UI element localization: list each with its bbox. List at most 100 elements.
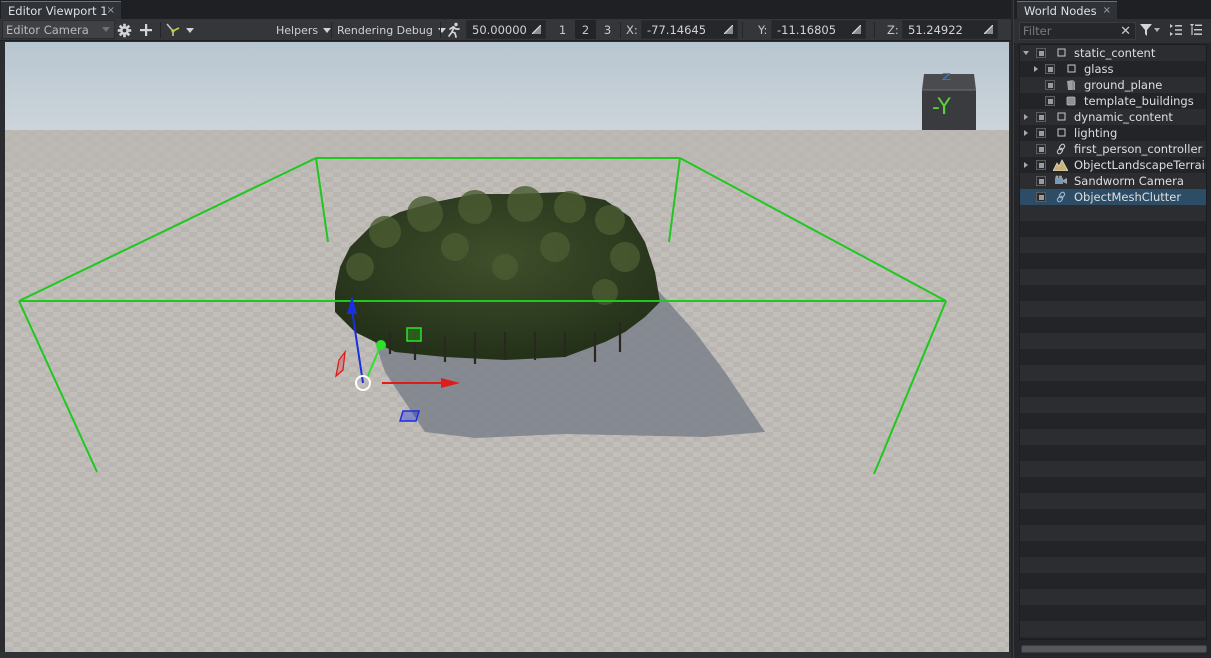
tree-row-static-content[interactable]: static_content [1020, 45, 1206, 61]
visibility-checkbox[interactable] [1036, 128, 1046, 138]
x-position-field[interactable]: -77.14645 [641, 20, 738, 39]
gizmo-xz-plane[interactable] [398, 410, 421, 422]
tree-row-object-landscape-terrain[interactable]: ObjectLandscapeTerrain [1020, 157, 1206, 173]
visibility-checkbox[interactable] [1045, 80, 1055, 90]
gizmo-xy-plane[interactable] [406, 327, 422, 342]
empty-row [1020, 269, 1206, 285]
visibility-checkbox[interactable] [1036, 144, 1046, 154]
expand-arrow-icon[interactable] [1024, 114, 1028, 120]
world-nodes-toolbar: Filter ✕ [1014, 19, 1211, 43]
viewport-tabbar: Editor Viewport 1 × [0, 0, 1011, 19]
node-label: ObjectMeshClutter [1074, 190, 1182, 204]
speed-preset-2[interactable]: 2 [575, 20, 596, 39]
visibility-checkbox[interactable] [1036, 160, 1046, 170]
node-label: ObjectLandscapeTerrain [1074, 158, 1207, 172]
speed-preset-label: 1 [558, 22, 567, 37]
funnel-icon [1140, 24, 1160, 36]
gizmo-y-handle[interactable] [376, 340, 386, 350]
empty-row [1020, 637, 1206, 639]
tab-label: Editor Viewport 1 [8, 3, 108, 18]
empty-row [1020, 573, 1206, 589]
z-position-field[interactable]: 51.24922 [902, 20, 998, 39]
node-label: Sandworm Camera [1074, 174, 1184, 188]
speed-preset-3[interactable]: 3 [597, 20, 618, 39]
empty-row [1020, 557, 1206, 573]
view-cube-top-label[interactable]: Z [942, 72, 951, 83]
expand-arrow-icon[interactable] [1024, 162, 1028, 168]
camera-select-value: Editor Camera [6, 22, 89, 37]
tree-row-glass[interactable]: glass [1020, 61, 1206, 77]
empty-row [1020, 541, 1206, 557]
empty-row [1020, 621, 1206, 637]
empty-row [1020, 349, 1206, 365]
empty-row [1020, 253, 1206, 269]
speed-preset-1[interactable]: 1 [552, 20, 573, 39]
helpers-label: Helpers [276, 23, 319, 37]
close-icon[interactable]: × [1103, 5, 1111, 16]
editor-window: Editor Viewport 1 × Editor Camera Helper… [0, 0, 1211, 658]
3d-viewport[interactable]: Z -Y [5, 42, 1009, 652]
visibility-checkbox[interactable] [1045, 96, 1055, 106]
view-cube-front-label[interactable]: -Y [932, 95, 951, 120]
snap-dropdown[interactable] [165, 19, 197, 41]
expand-icon[interactable] [724, 25, 733, 34]
settings-button[interactable] [117, 19, 133, 41]
empty-row [1020, 509, 1206, 525]
rendering-debug-dropdown[interactable]: Rendering Debug [337, 19, 446, 41]
empty-row [1020, 333, 1206, 349]
expand-icon[interactable] [852, 25, 861, 34]
filter-input[interactable]: Filter ✕ [1019, 22, 1136, 40]
empty-row [1020, 605, 1206, 621]
y-position-field[interactable]: -11.16805 [771, 20, 866, 39]
expand-icon[interactable] [532, 25, 541, 34]
z-position-value: 51.24922 [908, 22, 963, 37]
tab-world-nodes[interactable]: World Nodes × [1017, 1, 1117, 19]
filter-dropdown-button[interactable] [1139, 23, 1161, 40]
world-nodes-tree[interactable]: static_content glass ground_plane templa… [1019, 44, 1207, 640]
link-icon [1056, 143, 1066, 155]
helpers-dropdown[interactable]: Helpers [276, 19, 332, 41]
tree-row-lighting[interactable]: lighting [1020, 125, 1206, 141]
node-label: ground_plane [1084, 78, 1163, 92]
visibility-checkbox[interactable] [1045, 64, 1055, 74]
expand-icon[interactable] [984, 25, 993, 34]
tree-row-ground-plane[interactable]: ground_plane [1020, 77, 1206, 93]
scene-render[interactable] [5, 42, 1009, 652]
visibility-checkbox[interactable] [1036, 176, 1046, 186]
empty-row [1020, 589, 1206, 605]
horizontal-scrollbar[interactable] [1021, 645, 1207, 653]
visibility-checkbox[interactable] [1036, 48, 1046, 58]
tree-row-object-mesh-clutter[interactable]: ObjectMeshClutter [1020, 189, 1206, 205]
expand-tree-icon [1170, 24, 1182, 36]
clear-filter-icon[interactable]: ✕ [1120, 24, 1131, 39]
expand-arrow-icon[interactable] [1024, 130, 1028, 136]
expand-all-button[interactable] [1169, 23, 1183, 40]
add-button[interactable] [139, 19, 155, 41]
visibility-checkbox[interactable] [1036, 192, 1046, 202]
y-position-value: -11.16805 [777, 22, 837, 37]
tree-row-sandworm-camera[interactable]: Sandworm Camera [1020, 173, 1206, 189]
camera-icon [1055, 175, 1067, 184]
camera-select[interactable]: Editor Camera [2, 20, 115, 39]
expand-arrow-icon[interactable] [1034, 66, 1038, 72]
view-cube[interactable]: Z -Y [920, 70, 978, 132]
chevron-down-icon [102, 27, 110, 32]
empty-row [1020, 221, 1206, 237]
empty-row [1020, 301, 1206, 317]
tree-row-template-buildings[interactable]: template_buildings [1020, 93, 1206, 109]
running-man-icon [448, 22, 460, 38]
tab-editor-viewport[interactable]: Editor Viewport 1 × [1, 1, 121, 19]
filter-placeholder: Filter [1023, 24, 1052, 38]
close-icon[interactable]: × [107, 5, 115, 16]
toolbar-separator [620, 22, 621, 38]
tree-row-first-person-controller[interactable]: first_person_controller [1020, 141, 1206, 157]
collapse-all-button[interactable] [1189, 23, 1203, 40]
tree-row-dynamic-content[interactable]: dynamic_content [1020, 109, 1206, 125]
camera-speed-icon-wrap [446, 19, 464, 41]
visibility-checkbox[interactable] [1036, 112, 1046, 122]
expand-arrow-icon[interactable] [1023, 51, 1029, 55]
toolbar-separator [160, 22, 161, 38]
empty-row [1020, 461, 1206, 477]
toolbar-separator [874, 22, 875, 38]
camera-speed-field[interactable]: 50.00000 [466, 20, 546, 39]
